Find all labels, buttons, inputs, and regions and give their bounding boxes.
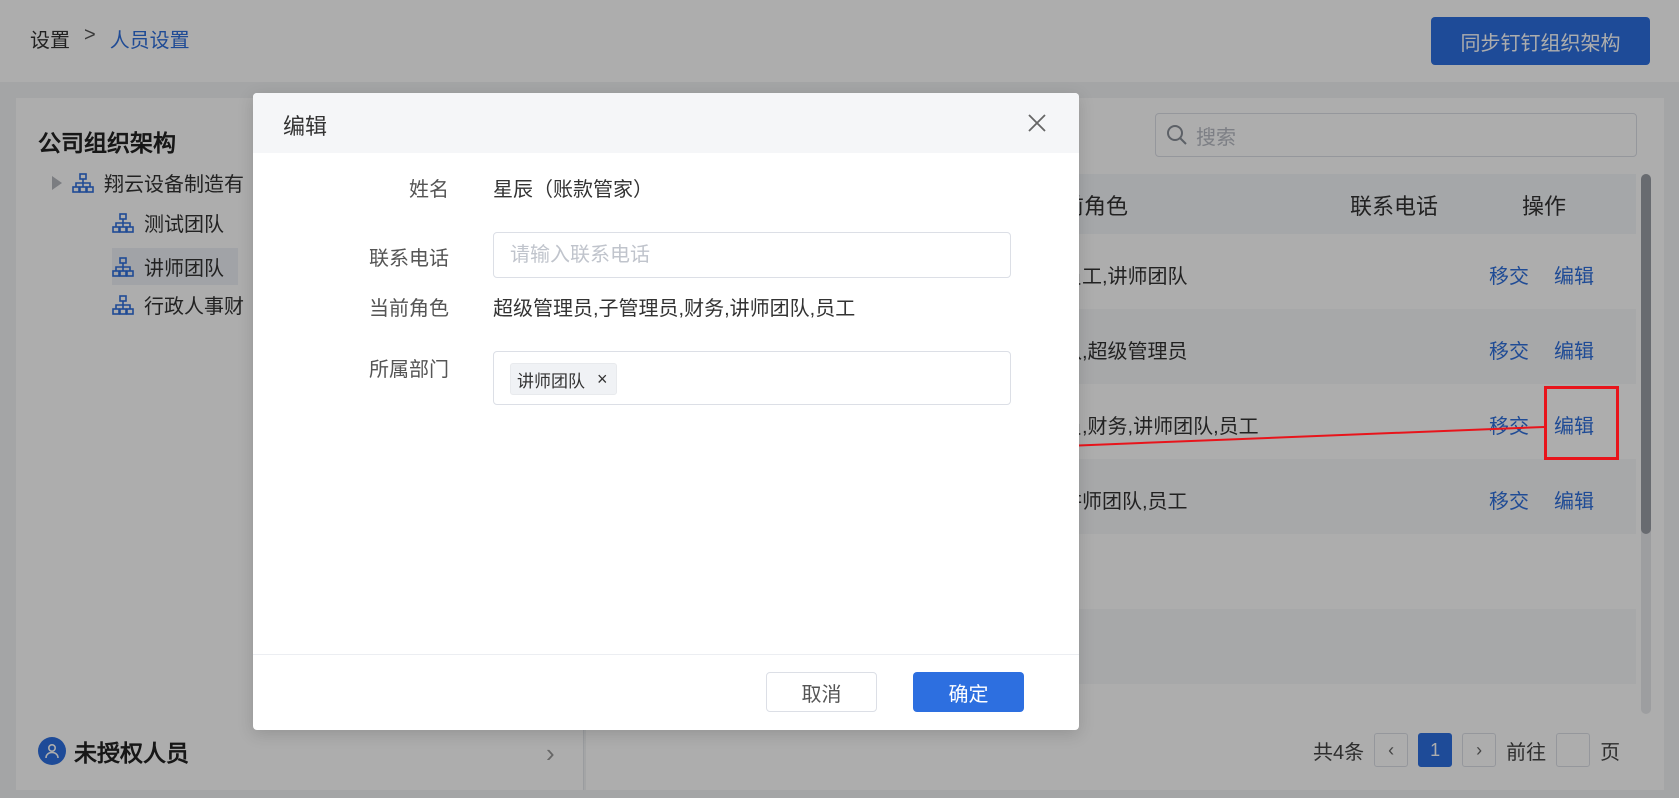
edit-dialog: 编辑 姓名 星辰（账款管家） 联系电话 当前角色 超级管理员,子管理员,财务,讲…: [253, 93, 1079, 730]
dialog-footer: 取消 确定: [253, 654, 1079, 730]
name-label: 姓名: [409, 179, 449, 201]
phone-input[interactable]: [493, 232, 1011, 278]
cancel-button[interactable]: 取消: [766, 672, 877, 712]
department-tag-label: 讲师团队: [517, 371, 585, 391]
name-value: 星辰（账款管家）: [493, 179, 653, 201]
confirm-button[interactable]: 确定: [913, 672, 1024, 712]
department-select[interactable]: 讲师团队 ×: [493, 351, 1011, 405]
annotation-highlight-box: [1544, 386, 1619, 460]
dialog-title: 编辑: [283, 114, 328, 139]
department-label: 所属部门: [369, 359, 449, 381]
close-icon[interactable]: [1025, 111, 1049, 135]
department-tag: 讲师团队 ×: [510, 363, 617, 395]
phone-label: 联系电话: [369, 248, 449, 270]
remove-tag-icon[interactable]: ×: [597, 369, 608, 390]
role-value: 超级管理员,子管理员,财务,讲师团队,员工: [493, 298, 856, 320]
role-label: 当前角色: [369, 298, 449, 320]
dialog-header: 编辑: [253, 93, 1079, 153]
